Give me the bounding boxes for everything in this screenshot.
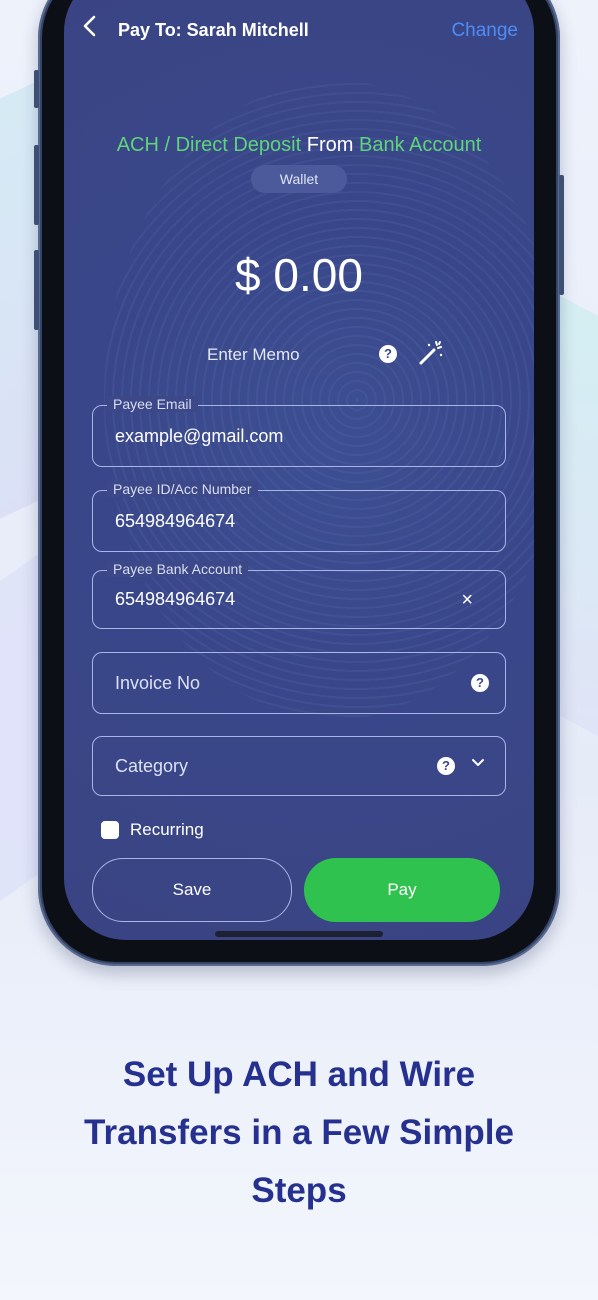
category-select[interactable]: Category ? [92, 736, 506, 796]
clear-icon[interactable]: × [461, 589, 473, 612]
chevron-left-icon[interactable] [78, 14, 102, 38]
chevron-down-icon[interactable] [471, 756, 485, 770]
home-indicator [215, 931, 383, 937]
category-placeholder: Category [115, 756, 189, 776]
invoice-placeholder: Invoice No [115, 673, 201, 693]
payee-id-value[interactable]: 654984964674 [115, 511, 235, 532]
payee-email-field[interactable]: Payee Email example@gmail.com [92, 396, 506, 467]
promo-line: Set Up ACH and Wire [122, 1055, 476, 1094]
recurring-toggle[interactable]: Recurring [101, 820, 204, 840]
payee-bank-label: Payee Bank Account [107, 561, 249, 577]
phone-power-button [559, 175, 564, 295]
app-screen: Pay To: Sarah Mitchell Change ACH / Dire… [64, 0, 534, 940]
pay-button[interactable]: Pay [304, 858, 500, 922]
recurring-label: Recurring [130, 820, 204, 839]
wallet-chip[interactable]: Wallet [251, 165, 347, 193]
amount-display[interactable]: $ 0.00 [64, 248, 534, 302]
phone-volume-down [34, 250, 39, 330]
header: Pay To: Sarah Mitchell Change [64, 0, 534, 62]
help-icon[interactable]: ? [471, 674, 489, 692]
payee-email-value[interactable]: example@gmail.com [115, 426, 283, 447]
memo-input[interactable]: Enter Memo [207, 345, 300, 365]
help-icon[interactable]: ? [437, 757, 455, 775]
change-link[interactable]: Change [451, 20, 518, 42]
promo-line: Transfers in a Few Simple [84, 1113, 514, 1152]
source-type: Bank Account [358, 134, 482, 156]
promo-line: Steps [251, 1171, 347, 1210]
from-text: From [306, 134, 354, 156]
page-title: Pay To: Sarah Mitchell [118, 20, 309, 40]
payment-method-title: ACH / Direct Deposit From Bank Account [64, 134, 534, 157]
help-icon[interactable]: ? [379, 345, 397, 363]
recurring-checkbox[interactable] [101, 821, 119, 839]
payee-bank-value[interactable]: 654984964674 [115, 589, 235, 610]
phone-volume-up [34, 145, 39, 225]
deposit-type: ACH / Direct Deposit [116, 134, 302, 156]
save-button[interactable]: Save [92, 858, 292, 922]
payee-email-label: Payee Email [107, 396, 198, 412]
payee-id-field[interactable]: Payee ID/Acc Number 654984964674 [92, 481, 506, 552]
payee-id-label: Payee ID/Acc Number [107, 481, 258, 497]
phone-side-button [34, 70, 39, 108]
payee-bank-field[interactable]: Payee Bank Account 654984964674 × [92, 561, 506, 629]
magic-wand-icon[interactable] [417, 339, 445, 367]
promo-headline: Set Up ACH and Wire Transfers in a Few S… [40, 1046, 558, 1220]
invoice-field[interactable]: Invoice No ? [92, 652, 506, 714]
